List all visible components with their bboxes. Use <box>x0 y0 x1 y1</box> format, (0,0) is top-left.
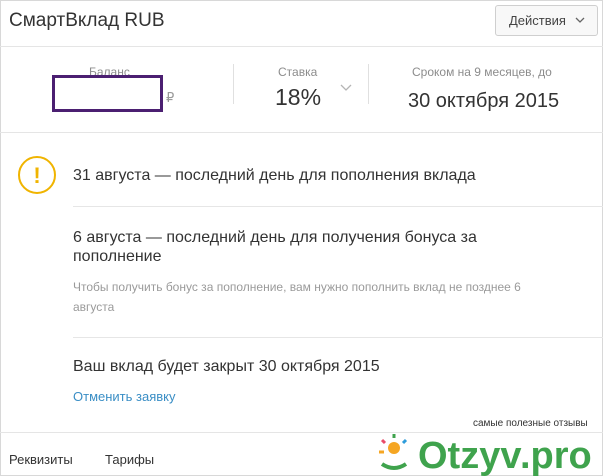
actions-dropdown-button[interactable]: Действия <box>495 5 598 36</box>
warning-icon: ! <box>18 156 56 194</box>
divider <box>73 337 603 338</box>
notice-bonus-hint-line2: августа <box>73 300 115 314</box>
divider <box>233 64 234 104</box>
deposit-header: СмартВклад RUB Действия <box>0 0 603 47</box>
notice-replenish-deadline: 31 августа — последний день для пополнен… <box>73 167 476 184</box>
logo-mark-icon <box>379 434 408 470</box>
divider <box>368 64 369 104</box>
otzyv-logo-watermark: Otzyv .pro <box>379 434 592 476</box>
term-label: Сроком на 9 месяцев, до <box>412 65 552 79</box>
tab-tariffs[interactable]: Тарифы <box>105 452 154 467</box>
rate-chevron-down-icon[interactable] <box>340 82 352 92</box>
svg-text:.pro: .pro <box>520 435 592 476</box>
notice-bonus-hint-line1: Чтобы получить бонус за пополнение, вам … <box>73 280 521 294</box>
notice-bonus-deadline-line2: пополнение <box>73 248 162 265</box>
term-end-date: 30 октября 2015 <box>408 90 560 112</box>
chevron-down-icon <box>575 17 585 23</box>
rate-label: Ставка <box>278 65 318 79</box>
divider <box>73 206 603 207</box>
tab-details[interactable]: Реквизиты <box>9 452 73 467</box>
rate-value: 18% <box>275 84 322 110</box>
svg-text:Otzyv: Otzyv <box>418 435 521 476</box>
actions-label: Действия <box>509 13 566 28</box>
notice-closing-date: Ваш вклад будет закрыт 30 октября 2015 <box>73 358 380 375</box>
balance-redacted-box <box>52 75 163 112</box>
currency-symbol: ₽ <box>166 90 175 105</box>
cancel-request-link[interactable]: Отменить заявку <box>73 389 175 404</box>
deposit-title: СмартВклад RUB <box>9 10 165 31</box>
